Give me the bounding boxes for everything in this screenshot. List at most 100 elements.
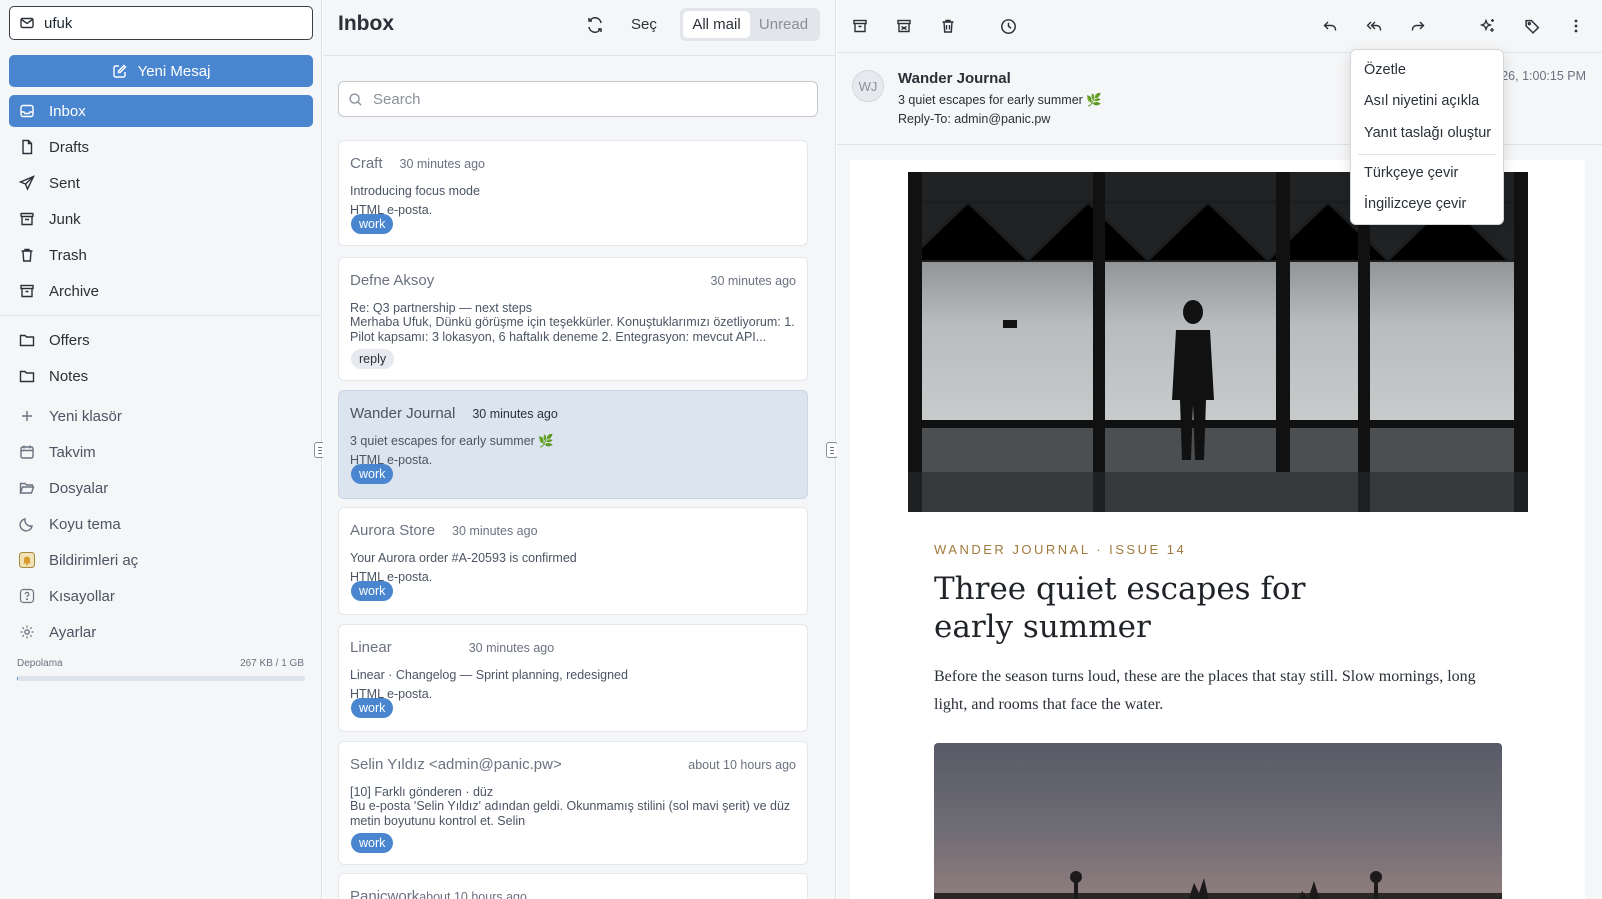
message-time: about 10 hours ago <box>419 890 527 899</box>
forward-button[interactable] <box>1408 16 1428 36</box>
email-body: WANDER JOURNAL · ISSUE 14 Three quiet es… <box>850 160 1585 899</box>
snooze-button[interactable] <box>998 16 1018 36</box>
sidebar-item-sent[interactable]: Sent <box>9 167 313 199</box>
newsletter-kicker: WANDER JOURNAL · ISSUE 14 <box>934 542 1187 557</box>
clock-icon <box>1000 18 1016 34</box>
message-preview: Bu e-posta 'Selin Yıldız' adından geldi.… <box>350 799 791 828</box>
newsletter-lede: Before the season turns loud, these are … <box>934 668 1476 713</box>
sidebar-item-label: Sent <box>49 174 80 192</box>
junk-button[interactable] <box>894 16 914 36</box>
menu-item-translate-english[interactable]: İngilizceye çevir <box>1364 196 1466 212</box>
sidebar-item-junk[interactable]: Junk <box>9 203 313 235</box>
sidebar-item-inbox[interactable]: Inbox <box>9 95 313 127</box>
compose-button[interactable]: Yeni Mesaj <box>9 55 313 87</box>
menu-item-translate-turkish[interactable]: Türkçeye çevir <box>1364 165 1458 181</box>
sidebar-item-label: Archive <box>49 282 100 300</box>
sidebar-item-label: Junk <box>49 210 81 228</box>
reply-icon <box>1323 21 1337 31</box>
message-subject: 3 quiet escapes for early summer 🌿 <box>350 434 554 448</box>
divider <box>0 315 322 316</box>
archive-button[interactable] <box>850 16 870 36</box>
folder-icon <box>19 368 35 384</box>
sidebar-item-offers[interactable]: Offers <box>9 324 313 356</box>
account-name: ufuk <box>44 14 73 32</box>
folder-icon <box>19 332 35 348</box>
sidebar-item-archive[interactable]: Archive <box>9 275 313 307</box>
label-button[interactable] <box>1522 16 1542 36</box>
menu-item-explain-intent[interactable]: Asıl niyetini açıkla <box>1364 93 1479 109</box>
archive-icon <box>853 19 867 33</box>
message-item[interactable]: Craft 30 minutes ago Introducing focus mo… <box>338 140 808 246</box>
tag-badge[interactable]: work <box>351 698 394 718</box>
reply-to-label: Reply-To: <box>898 112 951 126</box>
sidebar-item-drafts[interactable]: Drafts <box>9 131 313 163</box>
more-vertical-icon <box>1574 19 1578 33</box>
search-input[interactable] <box>373 90 793 108</box>
calendar-icon <box>19 444 35 460</box>
search-field[interactable] <box>338 81 818 117</box>
file-icon <box>19 139 35 155</box>
menu-item-summarize[interactable]: Özetle <box>1364 62 1406 78</box>
sidebar-item-label: Inbox <box>49 102 86 120</box>
sidebar-item-notes[interactable]: Notes <box>9 360 313 392</box>
notifications-button[interactable]: Bildirimleri aç <box>9 544 313 576</box>
tag-badge[interactable]: work <box>351 464 394 484</box>
dark-theme-toggle[interactable]: Koyu tema <box>9 508 313 540</box>
junk-icon <box>19 211 35 227</box>
message-time: 30 minutes ago <box>710 274 796 288</box>
plus-icon <box>19 408 35 424</box>
delete-button[interactable] <box>938 16 958 36</box>
message-item[interactable]: Defne Aksoy 30 minutes ago Re: Q3 partner… <box>338 257 808 381</box>
message-date: 26, 1:00:15 PM <box>1501 69 1586 83</box>
compose-label: Yeni Mesaj <box>137 62 211 80</box>
mail-icon <box>20 17 34 29</box>
filter-unread[interactable]: Unread <box>750 11 817 38</box>
calendar-button[interactable]: Takvim <box>9 436 313 468</box>
settings-button[interactable]: Ayarlar <box>9 616 313 648</box>
sidebar-item-trash[interactable]: Trash <box>9 239 313 271</box>
message-item[interactable]: Aurora Store 30 minutes ago Your Aurora o… <box>338 507 808 615</box>
moon-icon <box>19 516 35 532</box>
message-sender: Selin Yıldız <admin@panic.pw> <box>350 756 562 773</box>
newsletter-headline: Three quiet escapes for early summer <box>934 571 1306 645</box>
action-label: Yeni klasör <box>49 407 122 425</box>
account-selector[interactable]: ufuk <box>9 6 313 40</box>
files-button[interactable]: Dosyalar <box>9 472 313 504</box>
archive-icon <box>19 283 35 299</box>
reply-button[interactable] <box>1320 16 1340 36</box>
message-time: about 10 hours ago <box>688 758 796 772</box>
message-item[interactable]: Linear 30 minutes ago Linear · Changelog … <box>338 624 808 732</box>
sidebar-item-label: Trash <box>49 246 87 264</box>
message-item[interactable]: Panicwork about 10 hours ago <box>338 873 808 899</box>
message-sender: Craft <box>350 155 383 172</box>
sidebar: ufuk Yeni Mesaj Inbox Drafts Sent Junk T… <box>0 0 322 899</box>
message-subject: Linear · Changelog — Sprint planning, re… <box>350 668 628 682</box>
refresh-icon[interactable] <box>585 15 605 35</box>
message-time: 30 minutes ago <box>452 524 538 538</box>
message-preview: Merhaba Ufuk, Dünkü görüşme için teşekkü… <box>350 315 795 344</box>
tag-badge[interactable]: work <box>351 833 394 853</box>
ai-assistant-button[interactable] <box>1478 16 1498 36</box>
message-time: 30 minutes ago <box>399 157 485 171</box>
tag-badge[interactable]: work <box>351 214 394 234</box>
storage-value: 267 KB / 1 GB <box>240 658 304 669</box>
forward-icon <box>1411 21 1425 31</box>
message-sender: Linear <box>350 639 392 656</box>
message-preview: HTML e-posta. <box>350 453 433 467</box>
more-options-button[interactable] <box>1566 16 1586 36</box>
menu-item-draft-reply[interactable]: Yanıt taslağı oluştur <box>1364 125 1491 141</box>
message-item-selected[interactable]: Wander Journal 30 minutes ago 3 quiet esc… <box>338 390 808 499</box>
tag-badge[interactable]: reply <box>351 349 395 369</box>
message-item[interactable]: Selin Yıldız <admin@panic.pw> about 10 ho… <box>338 741 808 865</box>
message-preview: HTML e-posta. <box>350 687 433 701</box>
select-button[interactable]: Seç <box>631 16 657 33</box>
message-subject: [10] Farklı gönderen · düz <box>350 785 494 799</box>
reply-all-button[interactable] <box>1364 16 1384 36</box>
sidebar-item-label: Drafts <box>49 138 90 156</box>
message-subject: Re: Q3 partnership — next steps <box>350 301 533 315</box>
shortcuts-button[interactable]: Kısayollar <box>9 580 313 612</box>
filter-all-mail[interactable]: All mail <box>683 11 750 38</box>
tag-badge[interactable]: work <box>351 581 394 601</box>
new-folder-button[interactable]: Yeni klasör <box>9 400 313 432</box>
message-preview: HTML e-posta. <box>350 203 433 217</box>
